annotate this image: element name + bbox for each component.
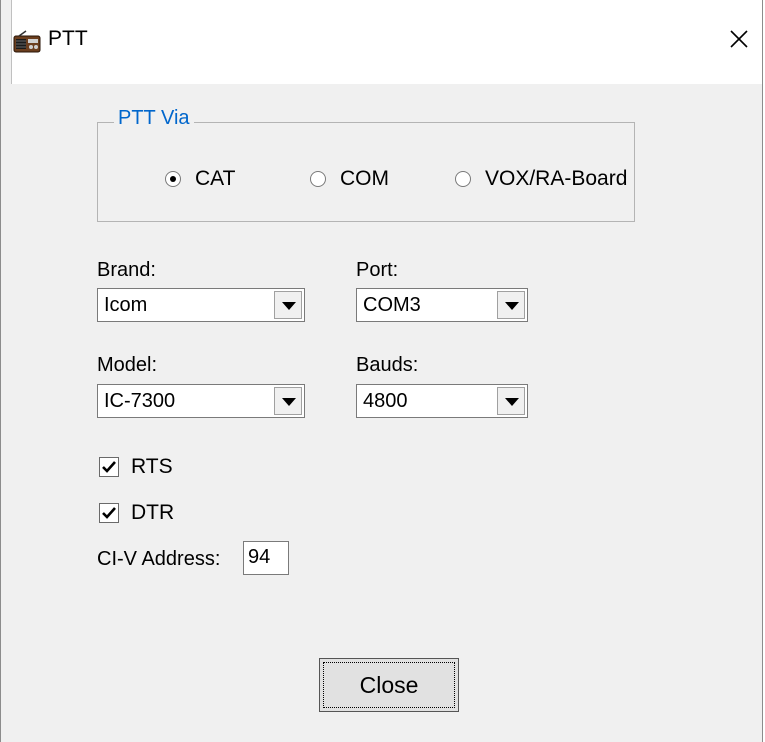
dropdown-arrow-icon [282,302,296,310]
brand-label: Brand: [97,259,156,281]
bauds-select[interactable]: 4800 [356,384,528,418]
radio-unselected-icon[interactable] [310,171,326,187]
close-icon[interactable] [722,22,756,56]
radio-vox-ra-board[interactable]: VOX/RA-Board [455,167,627,191]
model-label: Model: [97,354,158,376]
radio-selected-icon[interactable] [165,171,181,187]
checkbox-checked-icon[interactable] [99,503,119,523]
ptt-dialog: PTT PTT Via CAT COM VOX/RA-Board Brand: [0,0,763,742]
radio-vox-label: VOX/RA-Board [485,167,628,190]
radio-com-label: COM [340,167,389,190]
port-value: COM3 [363,294,421,316]
radio-com[interactable]: COM [310,167,389,191]
checkbox-checked-icon[interactable] [99,457,119,477]
radio-unselected-icon[interactable] [455,171,471,187]
dialog-body: PTT Via CAT COM VOX/RA-Board Brand: Icom… [1,84,762,742]
port-select[interactable]: COM3 [356,288,528,322]
bauds-label: Bauds: [356,354,419,376]
dtr-checkbox[interactable]: DTR [99,501,174,525]
model-dropdown-button[interactable] [274,387,302,415]
dropdown-arrow-icon [282,398,296,406]
radio-cat[interactable]: CAT [165,167,235,191]
ptt-via-group: PTT Via CAT COM VOX/RA-Board [97,107,635,222]
dropdown-arrow-icon [505,302,519,310]
brand-value: Icom [104,294,148,316]
port-dropdown-button[interactable] [497,291,525,319]
dtr-label: DTR [131,501,175,524]
model-select[interactable]: IC-7300 [97,384,305,418]
radio-icon [13,30,41,53]
rts-label: RTS [131,455,173,478]
title-bar[interactable]: PTT [1,0,762,84]
brand-select[interactable]: Icom [97,288,305,322]
model-value: IC-7300 [104,390,176,412]
close-button-label: Close [323,662,455,708]
brand-dropdown-button[interactable] [274,291,302,319]
port-label: Port: [356,259,399,281]
close-button[interactable]: Close [319,658,459,712]
rts-checkbox[interactable]: RTS [99,455,173,479]
bauds-dropdown-button[interactable] [497,387,525,415]
window-title: PTT [48,27,88,50]
ptt-via-legend: PTT Via [114,107,194,130]
civ-address-label: CI-V Address: [97,548,221,570]
dropdown-arrow-icon [505,398,519,406]
bauds-value: 4800 [363,390,408,412]
civ-address-input[interactable]: 94 [243,541,289,575]
radio-cat-label: CAT [195,167,236,190]
